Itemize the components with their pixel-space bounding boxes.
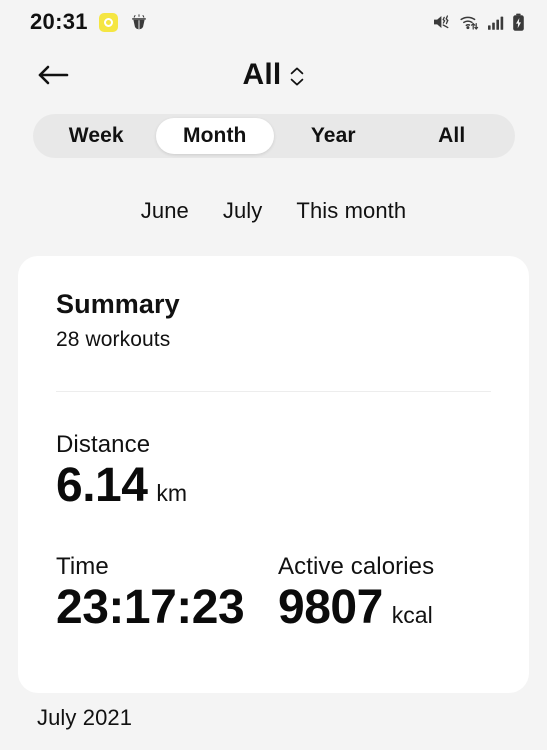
status-bar: 20:31 bbox=[0, 0, 547, 44]
distance-label: Distance bbox=[56, 431, 151, 458]
phone-screen: 20:31 All Week Month Year All June July … bbox=[0, 0, 547, 750]
month-chip-july[interactable]: July bbox=[206, 198, 280, 224]
metric-active-calories: Active calories 9807 kcal bbox=[278, 553, 491, 635]
wifi-icon bbox=[459, 13, 480, 31]
distance-unit: km bbox=[156, 480, 188, 506]
status-bar-left: 20:31 bbox=[30, 9, 149, 35]
tab-month-label: Month bbox=[183, 124, 247, 147]
mute-vibrate-icon bbox=[432, 13, 452, 31]
summary-workout-count: 28 workouts bbox=[56, 328, 171, 351]
tab-year-label: Year bbox=[310, 124, 356, 147]
tab-all-label: All bbox=[438, 124, 466, 147]
period-label: July 2021 bbox=[37, 705, 133, 730]
month-selector-row: June July This month bbox=[0, 198, 547, 224]
bug-shield-icon bbox=[129, 12, 149, 32]
time-label: Time bbox=[56, 552, 109, 580]
summary-card: Summary 28 workouts Distance 6.14 km Tim… bbox=[18, 256, 529, 693]
tab-all[interactable]: All bbox=[393, 118, 512, 154]
calories-unit: kcal bbox=[391, 601, 433, 628]
metric-distance: Distance 6.14 km bbox=[56, 431, 491, 513]
metrics-row: Time 23:17:23 Active calories 9807 kcal bbox=[56, 553, 491, 635]
tab-week-label: Week bbox=[68, 124, 124, 147]
status-bar-right bbox=[432, 13, 525, 32]
battery-charging-icon bbox=[512, 13, 525, 32]
snapchat-icon bbox=[98, 12, 118, 32]
page-title-selector[interactable]: All bbox=[0, 58, 547, 92]
metric-time: Time 23:17:23 bbox=[56, 553, 278, 635]
calories-value: 9807 bbox=[278, 580, 383, 634]
tab-week[interactable]: Week bbox=[37, 118, 156, 154]
app-header: All bbox=[0, 44, 547, 106]
calories-label: Active calories bbox=[278, 552, 435, 580]
tab-month[interactable]: Month bbox=[155, 118, 274, 154]
calories-value-row: 9807 kcal bbox=[278, 580, 491, 635]
time-value: 23:17:23 bbox=[56, 580, 245, 634]
chevron-up-down-icon bbox=[290, 67, 304, 86]
range-tab-group: Week Month Year All bbox=[33, 114, 515, 158]
tab-year[interactable]: Year bbox=[274, 118, 393, 154]
month-chip-june[interactable]: June bbox=[124, 198, 206, 224]
summary-divider bbox=[56, 391, 491, 392]
distance-value-row: 6.14 km bbox=[56, 459, 491, 513]
cellular-signal-icon bbox=[487, 14, 505, 31]
summary-title: Summary bbox=[56, 289, 180, 319]
page-title: All bbox=[242, 58, 282, 91]
time-value-row: 23:17:23 bbox=[56, 580, 278, 635]
status-bar-clock: 20:31 bbox=[30, 9, 88, 34]
month-chip-this-month[interactable]: This month bbox=[279, 198, 423, 224]
distance-value: 6.14 bbox=[56, 459, 148, 512]
